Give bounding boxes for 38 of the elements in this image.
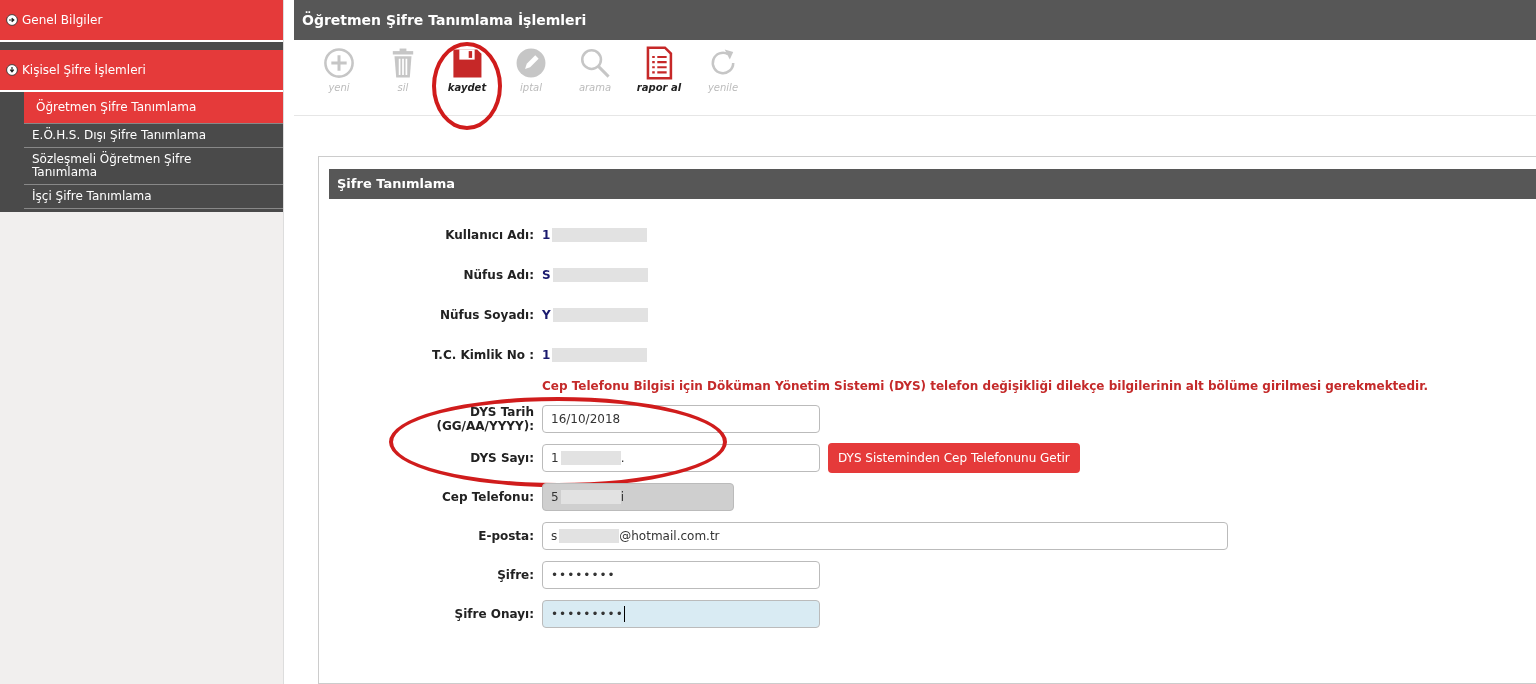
- down-arrow-icon: [6, 64, 18, 76]
- menu-item[interactable]: Sözleşmeli Öğretmen Şifre Tanımlama: [24, 148, 283, 185]
- menu-header[interactable]: Kişisel Şifre İşlemleri: [0, 50, 283, 92]
- plus-circle-icon: [322, 46, 356, 80]
- field-label: Nüfus Soyadı:: [439, 308, 534, 322]
- field-label: Kullanıcı Adı:: [444, 228, 534, 242]
- password-field[interactable]: ••••••••: [542, 561, 820, 589]
- field-label: E-posta:: [478, 529, 534, 543]
- field-label: T.C. Kimlik No :: [430, 348, 534, 362]
- field-label: Şifre:: [497, 568, 534, 582]
- right-arrow-icon: [6, 14, 18, 26]
- field-value: Y: [542, 308, 551, 322]
- field-value: 1: [542, 348, 551, 362]
- menu-item[interactable]: İşçi Şifre Tanımlama: [24, 185, 283, 209]
- input-field[interactable]: 16/10/2018: [542, 405, 820, 433]
- fetch-button[interactable]: DYS Sisteminden Cep Telefonunu Getir: [828, 443, 1080, 473]
- toolbar-button[interactable]: rapor al: [630, 46, 688, 93]
- menu-header-label: Kişisel Şifre İşlemleri: [22, 63, 146, 77]
- menu-header[interactable]: Genel Bilgiler: [0, 0, 283, 42]
- field-label: DYS Tarih (GG/AA/YYYY):: [435, 405, 534, 433]
- input-field[interactable]: 1 .: [542, 444, 820, 472]
- toolbar-button[interactable]: kaydet: [438, 46, 496, 93]
- warning-text: Cep Telefonu Bilgisi için Döküman Yönetim Sistemi (DYS) telefon değişikliği dilekçe bilgilerinin alt bölüme girilmesi gerekmektedir.: [541, 379, 1429, 393]
- password-field[interactable]: •••••••••: [542, 600, 820, 628]
- page-title: Öğretmen Şifre Tanımlama İşlemleri: [294, 0, 1536, 40]
- field-label: DYS Sayı:: [470, 451, 534, 465]
- search-icon: [578, 46, 612, 80]
- menu-item[interactable]: E.Ö.H.S. Dışı Şifre Tanımlama: [24, 124, 283, 148]
- field-value: 1: [542, 228, 551, 242]
- menu-item[interactable]: Öğretmen Şifre Tanımlama: [24, 92, 283, 124]
- pencil-icon: [514, 46, 548, 80]
- field-value: S: [542, 268, 551, 282]
- field-label: Şifre Onayı:: [454, 607, 534, 621]
- input-field[interactable]: s @hotmail.com.tr: [542, 522, 1228, 550]
- menu-header-label: Genel Bilgiler: [22, 13, 103, 27]
- field-label: Cep Telefonu:: [441, 490, 534, 504]
- field-label: Nüfus Adı:: [462, 268, 534, 282]
- panel-title: Şifre Tanımlama: [329, 169, 1536, 199]
